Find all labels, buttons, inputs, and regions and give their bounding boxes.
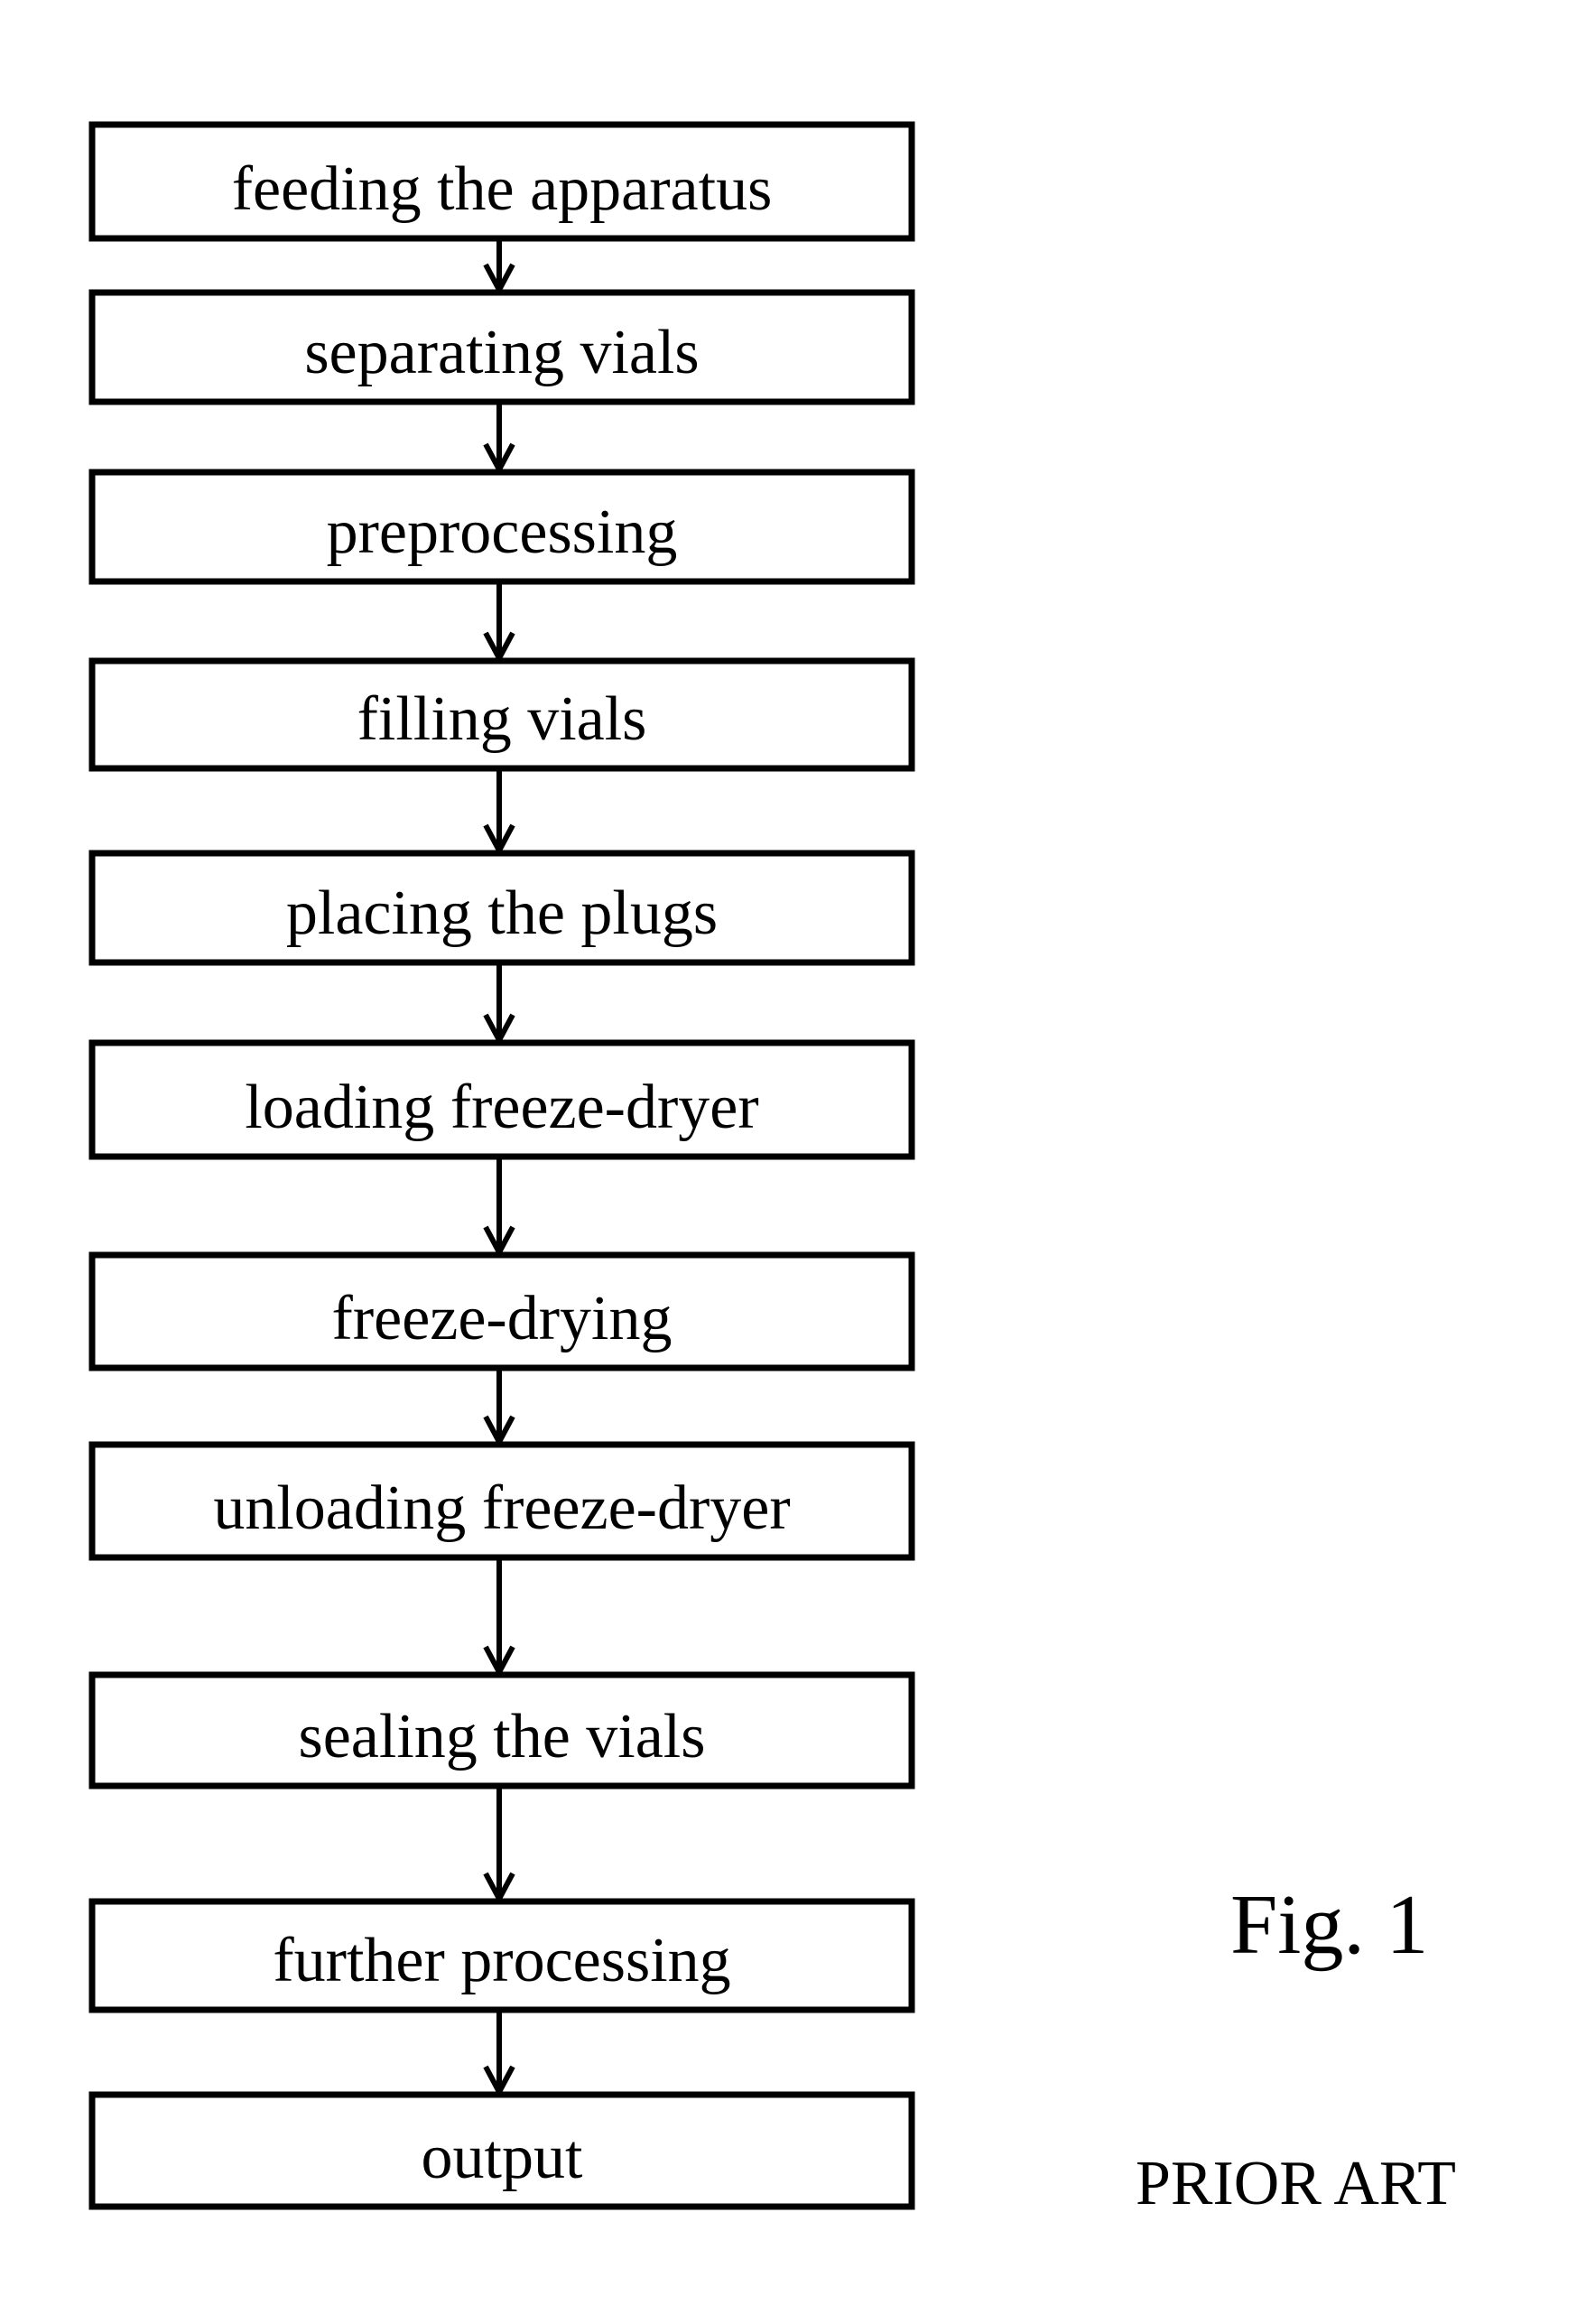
flowchart-step: output (88, 2091, 915, 2210)
arrow-down-icon (483, 584, 515, 665)
arrow-down-icon (483, 2013, 515, 2098)
step-label: loading freeze-dryer (245, 1073, 758, 1142)
flowchart-step: filling vials (88, 657, 915, 772)
arrow-down-icon (483, 404, 515, 476)
flowchart-diagram: feeding the apparatus separating vials pre… (88, 121, 1456, 2218)
arrow-down-icon (483, 771, 515, 857)
flowchart-step: preprocessing (88, 469, 915, 585)
step-label: feeding the apparatus (232, 154, 773, 224)
arrow-down-icon (483, 241, 515, 296)
step-label: separating vials (304, 318, 699, 387)
arrow-down-icon (483, 1159, 515, 1259)
flowchart-step: freeze-drying (88, 1251, 915, 1371)
flowchart-step: further processing (88, 1898, 915, 2013)
prior-art-label: PRIOR ART (1136, 2149, 1456, 2218)
step-label: freeze-drying (332, 1284, 673, 1353)
flowchart-step: unloading freeze-dryer (88, 1441, 915, 1561)
step-label: unloading freeze-dryer (213, 1473, 790, 1543)
step-label: filling vials (357, 684, 647, 754)
flowchart-step: sealing the vials (88, 1671, 915, 1789)
arrow-down-icon (483, 1560, 515, 1678)
step-label: preprocessing (327, 497, 678, 567)
flowchart-step: loading freeze-dryer (88, 1039, 915, 1160)
step-label: sealing the vials (298, 1702, 705, 1771)
flowchart-step: feeding the apparatus (88, 121, 915, 242)
step-label: output (422, 2123, 583, 2192)
arrow-down-icon (483, 965, 515, 1046)
arrow-down-icon (483, 1371, 515, 1448)
figure-label: Fig. 1 (1230, 1878, 1428, 1972)
step-label: further processing (273, 1926, 730, 1995)
flowchart-step: separating vials (88, 289, 915, 405)
step-label: placing the plugs (286, 878, 718, 948)
flowchart-step: placing the plugs (88, 850, 915, 966)
arrow-down-icon (483, 1789, 515, 1905)
